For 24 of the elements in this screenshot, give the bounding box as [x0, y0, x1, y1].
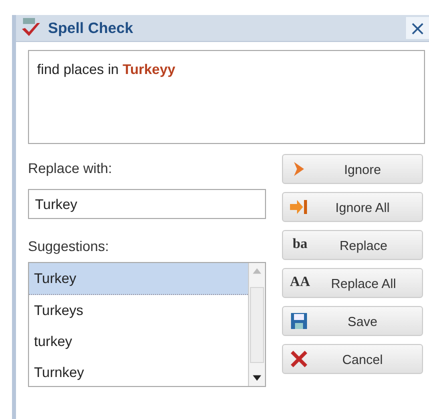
- suggestion-item[interactable]: Turkeys: [29, 295, 248, 326]
- arrow-bar-icon: [289, 197, 309, 217]
- cross-icon: [289, 349, 309, 369]
- ignore-all-button[interactable]: Ignore All: [282, 192, 423, 222]
- cancel-button[interactable]: Cancel: [282, 344, 423, 374]
- save-button[interactable]: Save: [282, 306, 423, 336]
- suggestions-list[interactable]: Turkey Turkeys turkey Turnkey: [28, 262, 266, 387]
- replace-field[interactable]: Turkey: [28, 189, 266, 219]
- scroll-thumb[interactable]: [250, 286, 264, 362]
- suggestion-item[interactable]: turkey: [29, 326, 248, 357]
- ignore-button[interactable]: Ignore: [282, 154, 423, 184]
- close-button[interactable]: ×: [406, 17, 429, 39]
- window-title: Spell Check: [48, 20, 134, 36]
- scrollbar[interactable]: [248, 263, 265, 386]
- replace-with-label: Replace with:: [28, 160, 114, 178]
- replace-button[interactable]: ba Replace: [282, 230, 423, 260]
- replace-all-button[interactable]: AA Replace All: [282, 268, 423, 298]
- text-area[interactable]: find places in Turkeyy: [28, 50, 425, 144]
- suggestion-item[interactable]: Turnkey: [29, 357, 248, 386]
- checked-text: find places in Turkeyy: [37, 61, 176, 77]
- suggestions-label: Suggestions:: [28, 238, 110, 256]
- letters-icon: AA: [289, 275, 311, 291]
- letters-icon: ba: [289, 237, 311, 253]
- suggestion-item[interactable]: Turkey: [29, 263, 248, 295]
